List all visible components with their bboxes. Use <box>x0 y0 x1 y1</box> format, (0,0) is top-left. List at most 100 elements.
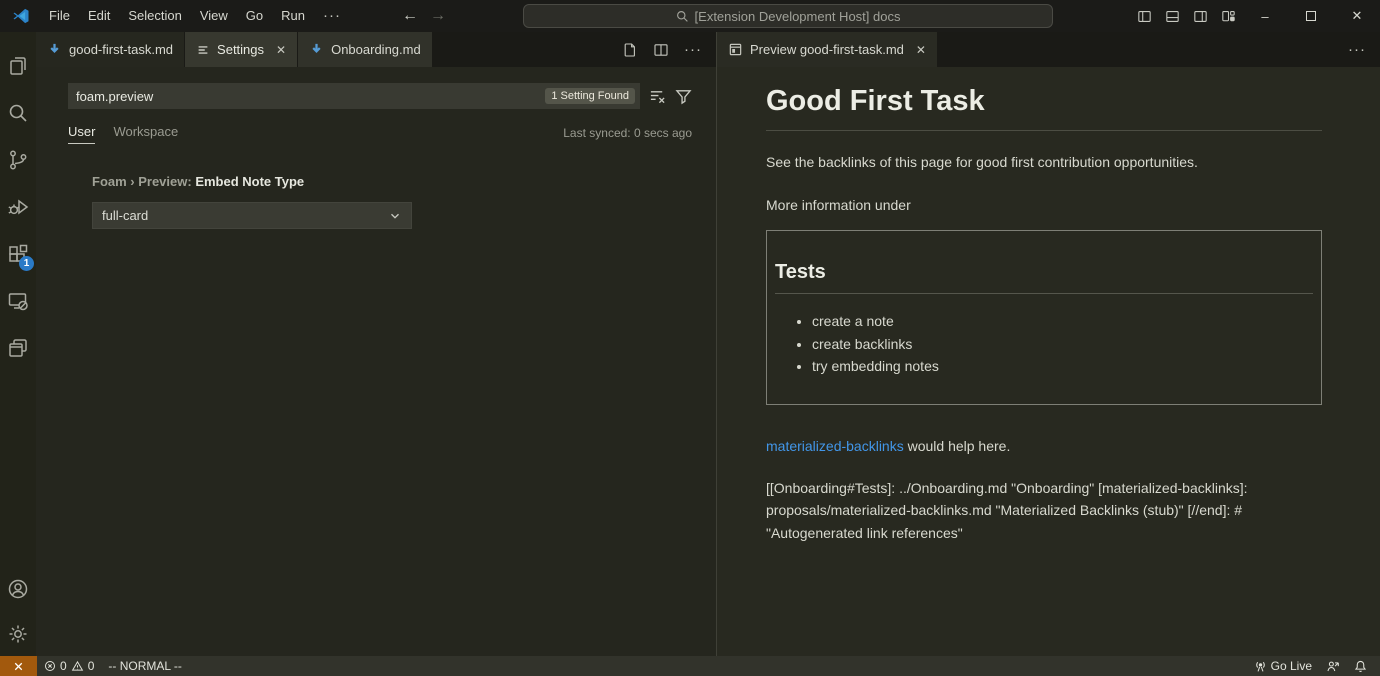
link-suffix-text: would help here. <box>904 438 1011 454</box>
status-bar: 0 0 -- NORMAL -- Go Live <box>0 656 1380 676</box>
list-item: create a note <box>812 310 1313 333</box>
source-control-icon[interactable] <box>0 136 36 183</box>
remote-explorer-icon[interactable] <box>0 277 36 324</box>
toggle-secondary-sidebar-icon[interactable] <box>1186 2 1214 30</box>
tab-label: good-first-task.md <box>69 42 173 57</box>
filter-settings-icon[interactable] <box>675 88 692 105</box>
settings-count-badge: 1 Setting Found <box>545 88 635 104</box>
setting-category: Foam › Preview: <box>92 174 195 189</box>
windows-view-icon[interactable] <box>0 324 36 371</box>
customize-layout-icon[interactable] <box>1214 2 1242 30</box>
menu-selection[interactable]: Selection <box>119 0 190 32</box>
editor-group-left: good-first-task.md Settings ✕ Onboarding… <box>36 32 716 656</box>
go-live-label: Go Live <box>1271 659 1312 673</box>
command-center-label: [Extension Development Host] docs <box>695 9 901 24</box>
nav-forward-icon: → <box>430 7 446 25</box>
menu-edit[interactable]: Edit <box>79 0 119 32</box>
search-view-icon[interactable] <box>0 89 36 136</box>
embedded-note-card: Tests create a note create backlinks try… <box>766 230 1322 405</box>
list-item: try embedding notes <box>812 355 1313 378</box>
tab-label: Settings <box>217 42 264 57</box>
markdown-preview: Good First Task See the backlinks of thi… <box>717 67 1380 544</box>
list-item: create backlinks <box>812 333 1313 356</box>
maximize-button[interactable] <box>1288 0 1334 32</box>
warning-icon <box>71 660 84 672</box>
last-synced-label: Last synced: 0 secs ago <box>563 126 692 144</box>
right-tab-bar: Preview good-first-task.md ✕ ··· <box>717 32 1380 67</box>
embed-note-type-select[interactable]: full-card <box>92 202 412 229</box>
tab-label: Preview good-first-task.md <box>750 42 904 57</box>
setting-item-embed-note-type: Foam › Preview: Embed Note Type full-car… <box>68 174 692 229</box>
go-live-button[interactable]: Go Live <box>1247 659 1319 673</box>
vim-mode-indicator[interactable]: -- NORMAL -- <box>101 656 189 676</box>
tab-onboarding[interactable]: Onboarding.md <box>298 32 432 67</box>
search-icon <box>676 10 689 23</box>
maximize-icon <box>1306 11 1316 21</box>
settings-search-input[interactable]: 1 Setting Found <box>68 83 640 109</box>
menu-more-icon[interactable]: ··· <box>314 0 350 32</box>
clear-settings-search-icon[interactable] <box>649 88 666 105</box>
editor-actions-more-icon[interactable]: ··· <box>684 41 702 58</box>
remote-indicator[interactable] <box>0 656 37 676</box>
activity-bar: 1 <box>0 32 36 656</box>
account-icon[interactable] <box>0 565 36 612</box>
link-references-text: [[Onboarding#Tests]: ../Onboarding.md "O… <box>766 477 1322 545</box>
preview-title: Good First Task <box>766 85 1322 131</box>
open-settings-json-icon[interactable] <box>622 42 638 58</box>
bell-icon <box>1354 660 1367 673</box>
menu-go[interactable]: Go <box>237 0 272 32</box>
markdown-file-icon <box>47 42 62 57</box>
toggle-panel-icon[interactable] <box>1158 2 1186 30</box>
notifications-button[interactable] <box>1347 660 1374 673</box>
run-debug-icon[interactable] <box>0 183 36 230</box>
left-tab-bar: good-first-task.md Settings ✕ Onboarding… <box>36 32 716 67</box>
preview-paragraph: materialized-backlinks would help here. <box>766 438 1322 454</box>
menu-file[interactable]: File <box>40 0 79 32</box>
setting-name: Embed Note Type <box>195 174 304 189</box>
scope-tab-workspace[interactable]: Workspace <box>113 124 178 144</box>
settings-editor: 1 Setting Found User Wor <box>36 67 716 229</box>
tab-preview-good-first-task[interactable]: Preview good-first-task.md ✕ <box>717 32 937 67</box>
settings-scope-tabs: User Workspace Last synced: 0 secs ago <box>68 124 692 144</box>
menu-view[interactable]: View <box>191 0 237 32</box>
settings-search-field[interactable] <box>76 89 545 104</box>
vscode-logo-icon <box>12 7 30 25</box>
markdown-file-icon <box>309 42 324 57</box>
materialized-backlinks-link[interactable]: materialized-backlinks <box>766 438 904 454</box>
tab-settings[interactable]: Settings ✕ <box>185 32 297 67</box>
markdown-preview-icon <box>728 42 743 57</box>
command-center-search[interactable]: [Extension Development Host] docs <box>523 4 1053 28</box>
select-value: full-card <box>102 208 148 223</box>
embedded-note-list: create a note create backlinks try embed… <box>775 310 1313 378</box>
nav-back-icon[interactable]: ← <box>402 7 418 25</box>
error-count: 0 <box>60 659 67 673</box>
problems-indicator[interactable]: 0 0 <box>37 656 101 676</box>
tab-good-first-task[interactable]: good-first-task.md <box>36 32 184 67</box>
preview-paragraph: See the backlinks of this page for good … <box>766 152 1322 172</box>
tab-label: Onboarding.md <box>331 42 421 57</box>
scope-tab-user[interactable]: User <box>68 124 95 144</box>
title-bar: File Edit Selection View Go Run ··· ← → … <box>0 0 1380 32</box>
extensions-badge: 1 <box>19 256 34 271</box>
live-share-button[interactable] <box>1319 660 1347 673</box>
settings-editor-icon <box>196 43 210 57</box>
toggle-primary-sidebar-icon[interactable] <box>1130 2 1158 30</box>
error-icon <box>44 660 56 672</box>
split-editor-icon[interactable] <box>653 42 669 58</box>
close-window-button[interactable]: ✕ <box>1334 0 1380 32</box>
broadcast-icon <box>1254 660 1267 673</box>
editor-actions-more-icon[interactable]: ··· <box>1348 41 1366 58</box>
close-tab-icon[interactable]: ✕ <box>276 43 286 57</box>
explorer-icon[interactable] <box>0 42 36 89</box>
share-person-icon <box>1326 660 1340 673</box>
manage-gear-icon[interactable] <box>0 612 36 656</box>
editor-group-right: Preview good-first-task.md ✕ ··· Good Fi… <box>716 32 1380 656</box>
vscode-window: File Edit Selection View Go Run ··· ← → … <box>0 0 1380 676</box>
menu-run[interactable]: Run <box>272 0 314 32</box>
extensions-icon[interactable]: 1 <box>0 230 36 277</box>
close-tab-icon[interactable]: ✕ <box>916 43 926 57</box>
embedded-note-title: Tests <box>775 261 1313 294</box>
minimize-button[interactable]: – <box>1242 0 1288 32</box>
remote-icon <box>12 660 25 673</box>
setting-title: Foam › Preview: Embed Note Type <box>92 174 692 189</box>
